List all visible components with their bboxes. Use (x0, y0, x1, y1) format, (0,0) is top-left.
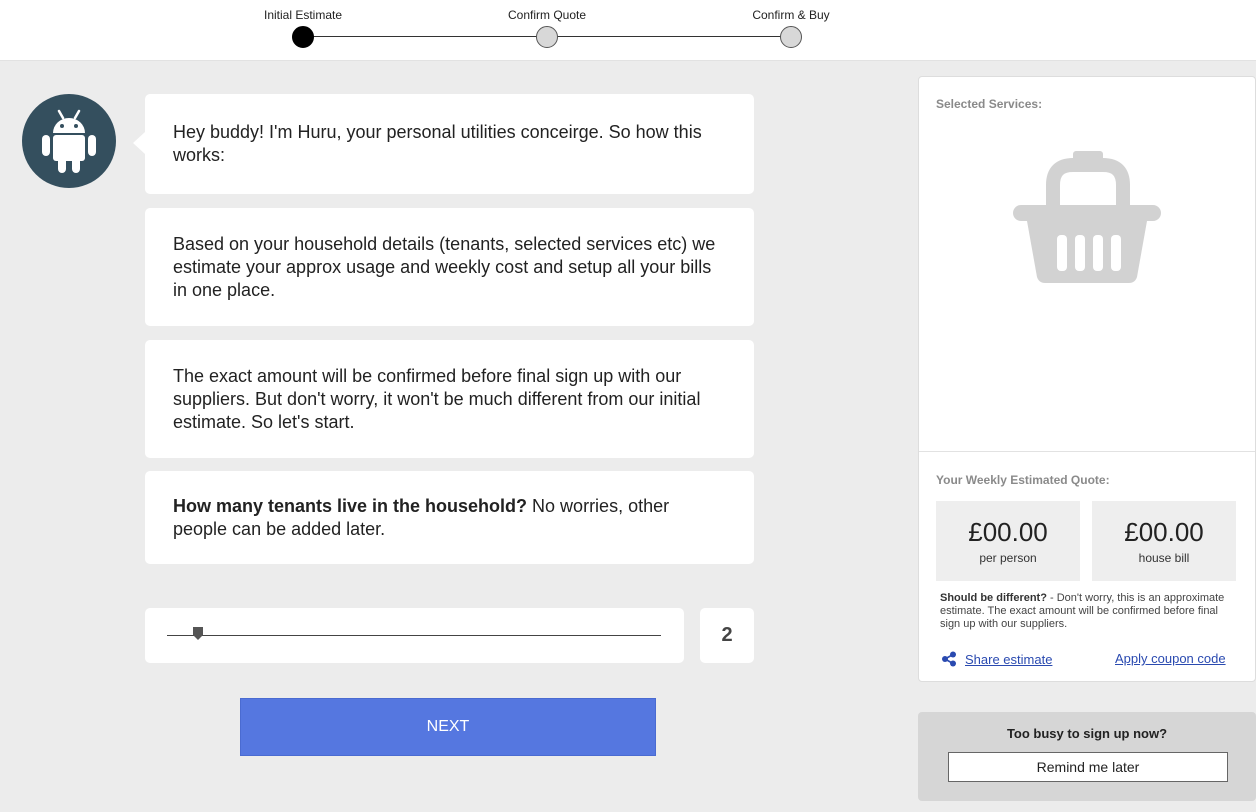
question-bold-text: How many tenants live in the household? (173, 495, 528, 516)
house-bill-label: house bill (1138, 551, 1190, 565)
share-icon (942, 651, 956, 667)
chat-message-text: Hey buddy! I'm Huru, your personal utili… (173, 122, 702, 165)
progress-stepper: Initial Estimate Confirm Quote Confirm &… (0, 0, 1256, 61)
tenant-count: 2 (700, 608, 754, 663)
step-label-confirm-quote: Confirm Quote (507, 8, 587, 22)
step-dot-confirm-buy[interactable] (780, 26, 802, 48)
panel-divider (919, 451, 1255, 452)
next-button[interactable]: NEXT (240, 698, 656, 756)
house-bill-amount: £00.00 (1124, 517, 1204, 547)
step-dot-confirm-quote[interactable] (536, 26, 558, 48)
weekly-quote-title: Your Weekly Estimated Quote: (936, 473, 1110, 487)
step-dot-initial-estimate[interactable] (292, 26, 314, 48)
step-label-initial-estimate: Initial Estimate (263, 8, 343, 22)
chat-message-text: Based on your household details (tenants… (173, 233, 716, 300)
share-estimate-link[interactable]: Share estimate (941, 651, 1052, 667)
note-bold: Should be different? (940, 592, 1047, 604)
per-person-label: per person (979, 551, 1037, 565)
chat-message-text: The exact amount will be confirmed befor… (173, 365, 701, 432)
per-person-quote: £00.00 per person (936, 501, 1080, 581)
chat-question: How many tenants live in the household? … (173, 495, 726, 541)
selected-services-title: Selected Services: (936, 97, 1043, 111)
assistant-avatar (22, 94, 116, 188)
estimate-note: Should be different? - Don't worry, this… (940, 592, 1230, 631)
remind-later-button[interactable]: Remind me later (948, 752, 1228, 782)
basket-icon (1013, 151, 1161, 283)
per-person-amount: £00.00 (968, 517, 1048, 547)
apply-coupon-link[interactable]: Apply coupon code (1115, 651, 1226, 666)
slider-track[interactable] (167, 635, 661, 636)
chat-message-estimate: Based on your household details (tenants… (145, 208, 754, 326)
too-busy-panel: Too busy to sign up now? Remind me later (918, 712, 1256, 801)
chat-message-question: How many tenants live in the household? … (145, 471, 754, 564)
summary-panel: Selected Services: Your Weekly Estimated… (918, 76, 1256, 682)
step-label-confirm-buy: Confirm & Buy (752, 8, 830, 22)
slider-thumb[interactable] (193, 627, 203, 640)
chat-message-intro: Hey buddy! I'm Huru, your personal utili… (133, 94, 754, 194)
share-estimate-label[interactable]: Share estimate (965, 652, 1052, 667)
house-bill-quote: £00.00 house bill (1092, 501, 1236, 581)
tenant-slider[interactable] (145, 608, 684, 663)
too-busy-title: Too busy to sign up now? (1006, 726, 1168, 741)
chat-message-confirm: The exact amount will be confirmed befor… (145, 340, 754, 458)
android-icon (42, 109, 96, 173)
